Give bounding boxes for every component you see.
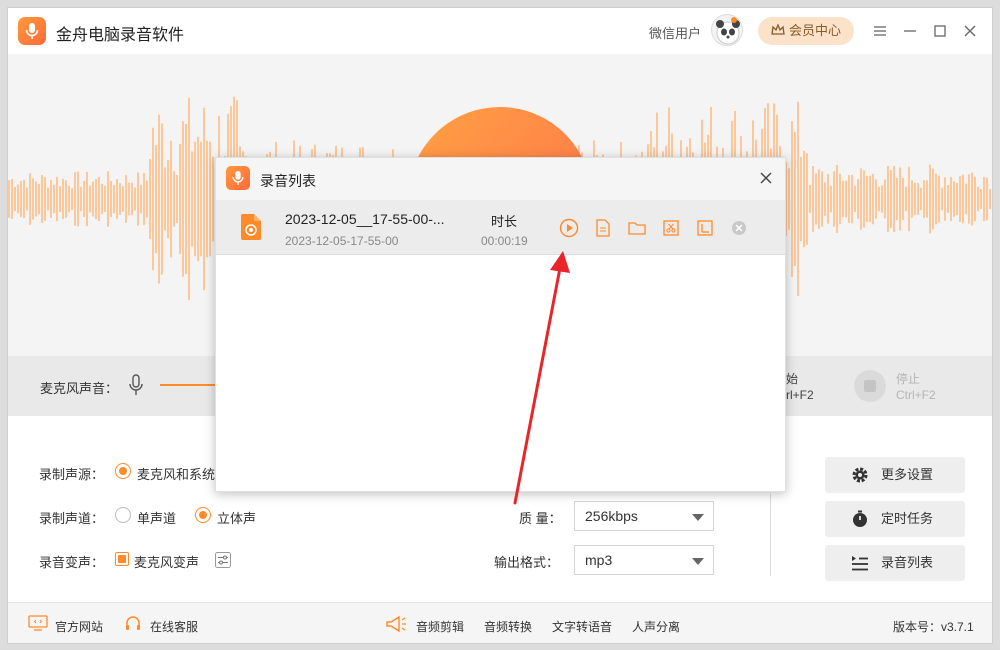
annotation-arrow <box>513 251 570 505</box>
